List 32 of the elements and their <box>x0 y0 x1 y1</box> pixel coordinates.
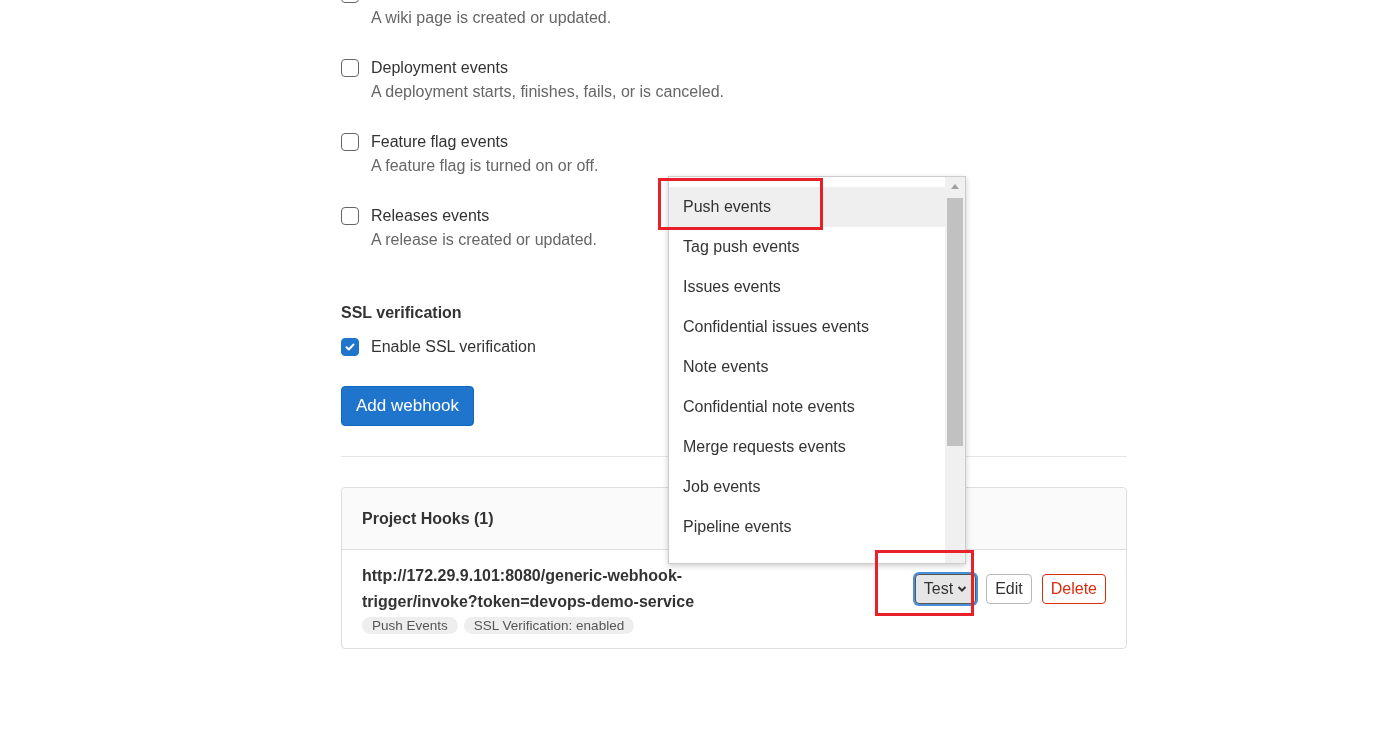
menu-item[interactable]: Push events <box>669 187 945 227</box>
menu-item[interactable]: Merge requests events <box>669 427 945 467</box>
menu-item[interactable]: Confidential issues events <box>669 307 945 347</box>
option-description: A deployment starts, finishes, fails, or is canceled. <box>371 82 725 102</box>
option-description: A feature flag is turned on or off. <box>371 156 599 176</box>
caret-icon <box>957 584 968 593</box>
checkbox[interactable] <box>341 207 359 225</box>
option-label[interactable]: Releases events <box>371 207 490 225</box>
option-description: A wiki page is created or updated. <box>371 8 612 28</box>
option-label[interactable]: Feature flag events <box>371 133 508 151</box>
check-icon <box>344 341 356 353</box>
add-webhook-button[interactable]: Add webhook <box>341 386 475 426</box>
edit-button[interactable]: Edit <box>986 573 1032 604</box>
option-label[interactable]: Deployment events <box>371 59 508 77</box>
option-description: A release is created or updated. <box>371 230 597 250</box>
section-heading: SSL verification <box>341 303 463 323</box>
checkbox[interactable] <box>341 59 359 77</box>
menu-item[interactable]: Pipeline events <box>669 507 945 547</box>
checkbox-label[interactable]: Enable SSL verification <box>371 338 536 356</box>
menu-item[interactable]: Confidential note events <box>669 387 945 427</box>
scrollbar[interactable] <box>945 177 965 563</box>
menu-item[interactable]: Note events <box>669 347 945 387</box>
hook-url: http://172.29.9.101:8080/generic-webhook-trigger/invoke?token=devops-demo-service <box>362 566 696 612</box>
menu-item[interactable]: Tag push events <box>669 227 945 267</box>
checkbox[interactable] <box>341 133 359 151</box>
tag: Push Events <box>362 617 458 634</box>
checkbox[interactable] <box>341 338 359 356</box>
tag: SSL Verification: enabled <box>463 617 635 634</box>
test-button[interactable]: Test <box>914 573 977 604</box>
scroll-up-icon <box>951 183 959 189</box>
delete-button[interactable]: Delete <box>1041 573 1106 604</box>
menu-item[interactable]: Issues events <box>669 267 945 307</box>
